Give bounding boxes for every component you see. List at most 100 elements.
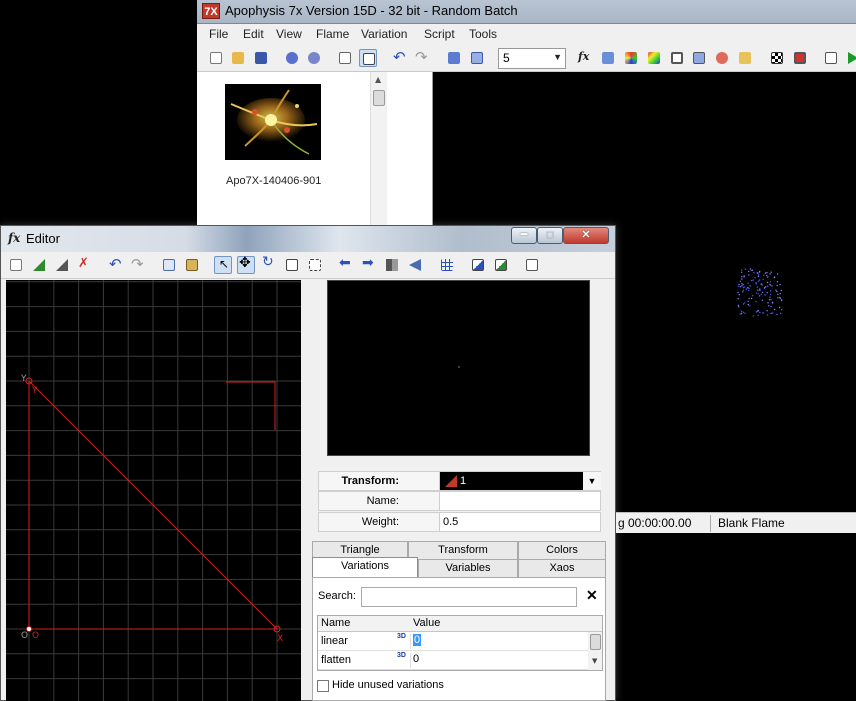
final-transform-icon[interactable] [492, 256, 510, 274]
search-input[interactable] [361, 587, 577, 607]
close-button[interactable]: ✕ [563, 227, 609, 244]
save-icon[interactable] [252, 49, 270, 67]
menu-script[interactable]: Script [424, 27, 455, 41]
triangle-color-icon [445, 475, 457, 487]
pivot-icon[interactable] [306, 256, 324, 274]
render-gear-icon[interactable] [283, 49, 301, 67]
menu-tools[interactable]: Tools [469, 27, 497, 41]
editor-titlebar[interactable]: fx Editor ━ □ ✕ [1, 226, 615, 252]
color-gradient-icon[interactable] [645, 49, 663, 67]
menu-variation[interactable]: Variation [361, 27, 407, 41]
mutate-icon[interactable] [668, 49, 686, 67]
checkbox-box[interactable] [317, 680, 329, 692]
icon-view-icon[interactable] [359, 49, 377, 67]
select-pointer-icon[interactable]: ↖ [214, 256, 232, 274]
rotate-ccw-icon[interactable]: ⬅ [337, 255, 355, 274]
message-icon[interactable] [822, 49, 840, 67]
move-icon[interactable]: ✥ [237, 255, 255, 274]
new-flame-icon[interactable] [207, 49, 225, 67]
undo-icon[interactable]: ↶ [391, 48, 409, 67]
render-dot [742, 303, 745, 305]
render-to-disk-icon[interactable] [736, 49, 754, 67]
render-dot [766, 281, 769, 284]
variation-value-field[interactable]: 0 [410, 634, 586, 649]
column-value-header[interactable]: Value [413, 617, 440, 629]
variation-name: flatten [321, 654, 351, 666]
render-dot [762, 278, 764, 280]
copy-icon[interactable] [160, 256, 178, 274]
flame-thumbnail[interactable] [225, 84, 321, 160]
menu-view[interactable]: View [276, 27, 302, 41]
gradient-palette-icon[interactable] [622, 49, 640, 67]
render-dot [776, 273, 779, 275]
render-all-icon[interactable] [305, 49, 323, 67]
clear-search-icon[interactable]: ✕ [586, 587, 598, 604]
weight-label: Weight: [361, 516, 399, 528]
tab-variations[interactable]: Variations [312, 557, 418, 578]
variation-value-field[interactable]: 0 [410, 653, 586, 668]
tab-colors[interactable]: Colors [518, 541, 606, 559]
table-row[interactable]: linear 3D 0 [318, 632, 588, 651]
redo-icon[interactable]: ↷ [129, 255, 147, 274]
render-dot [741, 276, 743, 278]
flip-horizontal-icon[interactable] [383, 256, 401, 274]
maximize-button[interactable]: □ [537, 227, 563, 244]
3d-badge: 3D [397, 652, 406, 659]
transform-select[interactable]: 1 ▼ [439, 472, 601, 490]
main-titlebar[interactable]: 7X Apophysis 7x Version 15D - 32 bit - R… [197, 0, 856, 24]
tab-xaos[interactable]: Xaos [518, 559, 606, 577]
scroll-thumb[interactable] [590, 634, 601, 650]
table-row[interactable]: flatten 3D 0 [318, 651, 588, 670]
undo-icon[interactable]: ↶ [107, 255, 125, 274]
menu-flame[interactable]: Flame [316, 27, 349, 41]
editor-fx-icon[interactable]: fx [577, 49, 595, 67]
post-transform-icon[interactable] [469, 256, 487, 274]
toggle-grid-icon[interactable] [438, 256, 456, 274]
render-dot [748, 270, 750, 273]
rotate-icon[interactable]: ↻ [260, 254, 278, 274]
window-icon[interactable] [468, 49, 486, 67]
column-name-header[interactable]: Name [321, 617, 350, 629]
favorites-icon[interactable] [690, 49, 708, 67]
minimize-button[interactable]: ━ [511, 227, 537, 244]
triangle-canvas[interactable]: Y Y O O X [6, 280, 301, 701]
name-field[interactable] [439, 492, 600, 510]
render-dot [755, 311, 758, 313]
rotate-cw-icon[interactable]: ➡ [360, 255, 378, 274]
transparency-icon[interactable] [768, 49, 786, 67]
options-icon[interactable] [713, 49, 731, 67]
render-dot [762, 291, 764, 294]
weight-field[interactable]: 0.5 [439, 513, 600, 531]
run-script-icon[interactable] [845, 49, 856, 67]
duplicate-transform-icon[interactable] [53, 256, 71, 274]
tab-variables[interactable]: Variables [418, 559, 518, 577]
grid-scrollbar[interactable]: ▼ [588, 632, 602, 670]
fullscreen-icon[interactable] [445, 49, 463, 67]
film-strip-icon[interactable] [791, 49, 809, 67]
render-dot [740, 312, 743, 315]
scroll-down-icon[interactable]: ▼ [592, 657, 597, 665]
render-dot [776, 284, 778, 287]
scale-icon[interactable] [283, 256, 301, 274]
flip-vertical-icon[interactable] [406, 256, 424, 274]
statusbar: g 00:00:00.00 Blank Flame [614, 512, 856, 533]
add-transform-icon[interactable] [30, 256, 48, 274]
redo-icon[interactable]: ↷ [413, 48, 431, 67]
menu-edit[interactable]: Edit [243, 27, 264, 41]
reset-transform-icon[interactable] [523, 256, 541, 274]
delete-transform-icon[interactable]: ✗ [76, 256, 94, 274]
zoom-select[interactable]: 5 ▼ [498, 48, 566, 69]
new-transform-icon[interactable] [7, 256, 25, 274]
render-dot [739, 280, 742, 282]
chevron-down-icon[interactable]: ▼ [583, 472, 601, 490]
flame-thumbnail-label[interactable]: Apo7X-140406-901 [226, 175, 321, 187]
open-folder-icon[interactable] [229, 49, 247, 67]
scroll-thumb[interactable] [373, 90, 385, 106]
tab-transform[interactable]: Transform [408, 541, 518, 559]
browser-scrollbar[interactable]: ▲ [370, 72, 387, 232]
adjust-pencil-icon[interactable] [599, 49, 617, 67]
list-view-icon[interactable] [336, 49, 354, 67]
menu-file[interactable]: File [209, 27, 228, 41]
scroll-up-icon[interactable]: ▲ [375, 75, 381, 84]
paste-icon[interactable] [183, 256, 201, 274]
